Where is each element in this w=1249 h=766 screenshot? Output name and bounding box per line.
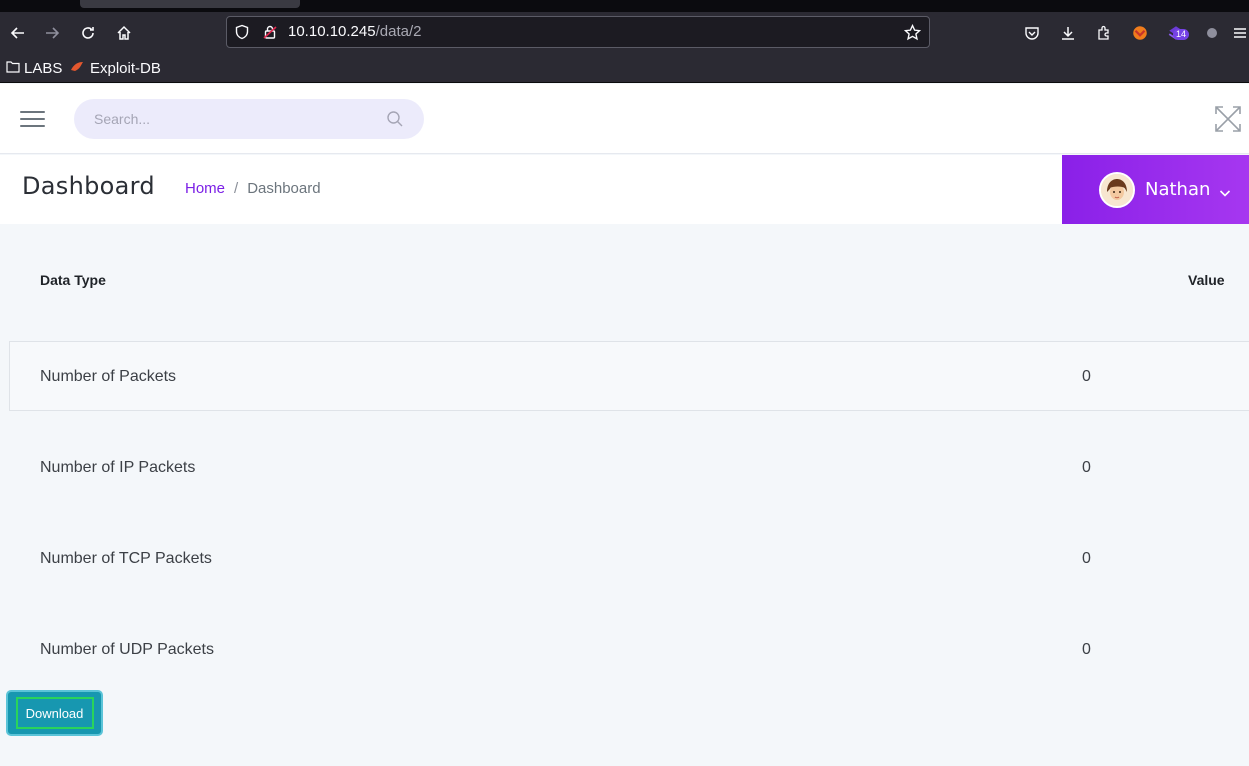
download-button-container: Download [6, 690, 103, 736]
bookmark-label: LABS [24, 59, 63, 77]
search-icon[interactable] [386, 110, 404, 128]
bookmark-exploit-db[interactable]: Exploit-DB [70, 54, 161, 82]
extension-badge: 14 [1173, 29, 1190, 40]
active-tab[interactable] [80, 0, 300, 8]
hamburger-menu-icon[interactable] [20, 111, 45, 127]
breadcrumb-home-link[interactable]: Home [185, 180, 225, 197]
download-icon[interactable] [1053, 12, 1083, 54]
chevron-down-icon [1219, 184, 1231, 197]
breadcrumb-separator: / [234, 180, 239, 197]
home-icon[interactable] [106, 12, 142, 54]
bookmark-labs[interactable]: LABS [6, 54, 62, 82]
page-title: Dashboard [22, 172, 155, 200]
puzzle-extension-icon[interactable] [1197, 12, 1227, 54]
breadcrumb-current: Dashboard [247, 180, 321, 197]
row-label: Number of Packets [40, 368, 177, 385]
tab-strip [0, 0, 1249, 12]
avatar [1099, 171, 1135, 208]
row-value: 0 [1082, 459, 1091, 476]
url-path: /data/2 [375, 23, 422, 40]
breadcrumb: Home / Dashboard [185, 180, 321, 197]
table-row: Number of Packets 0 [9, 341, 1249, 411]
insecure-lock-icon[interactable] [262, 17, 278, 47]
user-name: Nathan [1145, 179, 1211, 200]
row-value: 0 [1082, 368, 1091, 385]
extensions-icon[interactable] [1089, 12, 1119, 54]
download-button[interactable]: Download [15, 697, 94, 729]
bookmark-label: Exploit-DB [90, 59, 161, 77]
table-row: Number of IP Packets 0 [9, 433, 1249, 503]
forward-icon[interactable] [34, 12, 70, 54]
bookmarks-bar: LABS Exploit-DB [0, 54, 1249, 83]
address-bar[interactable]: 10.10.10.245/data/2 [226, 16, 930, 48]
foxyproxy-icon[interactable] [1125, 12, 1155, 54]
url-host: 10.10.10.245 [288, 23, 376, 40]
pocket-icon[interactable] [1017, 12, 1047, 54]
exploit-db-icon [70, 60, 84, 76]
browser-toolbar: 10.10.10.245/data/2 14 [0, 12, 1249, 54]
table-row: Number of UDP Packets 0 [9, 615, 1249, 685]
bookmark-star-icon[interactable] [904, 17, 921, 47]
table-row: Number of TCP Packets 0 [9, 524, 1249, 594]
row-label: Number of TCP Packets [40, 550, 212, 567]
row-value: 0 [1082, 550, 1091, 567]
back-icon[interactable] [0, 12, 36, 54]
menu-icon[interactable] [1232, 12, 1249, 54]
column-header-value: Value [1188, 272, 1225, 288]
url-text[interactable]: 10.10.10.245/data/2 [288, 17, 421, 47]
row-value: 0 [1082, 641, 1091, 658]
fullscreen-icon[interactable] [1214, 105, 1242, 133]
row-label: Number of UDP Packets [40, 641, 214, 658]
shield-icon[interactable] [234, 17, 250, 47]
search-input[interactable] [74, 99, 424, 139]
user-menu[interactable]: Nathan [1062, 155, 1249, 224]
row-label: Number of IP Packets [40, 459, 196, 476]
top-navbar [0, 84, 1249, 154]
column-header-data-type: Data Type [40, 272, 106, 288]
page-header: Dashboard Home / Dashboard Nathan [0, 155, 1249, 224]
folder-icon [6, 60, 20, 76]
reload-icon[interactable] [70, 12, 106, 54]
page-content: Dashboard Home / Dashboard Nathan [0, 84, 1249, 766]
